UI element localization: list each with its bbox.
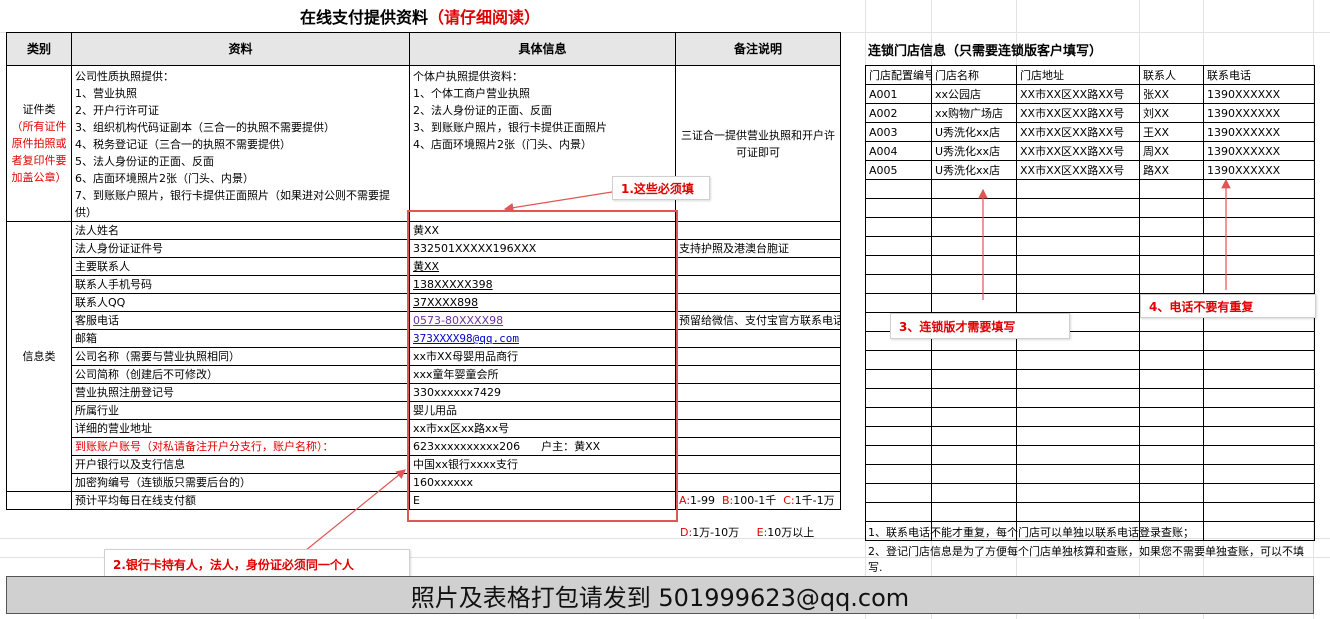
callout-chain-only: 3、连锁版才需要填写 <box>890 313 1070 339</box>
arrow-to-required <box>503 191 613 213</box>
callout-phone-unique: 4、电话不要有重复 <box>1140 294 1316 318</box>
callout-required: 1.这些必须填 <box>612 176 710 200</box>
footer-banner: 照片及表格打包请发到 501999623@qq.com <box>6 576 1314 614</box>
annotation-arrows <box>299 178 1231 556</box>
arrow-to-bank <box>299 469 406 556</box>
callout-bank-holder: 2.银行卡持有人，法人，身份证必须同一个人 <box>104 549 410 579</box>
